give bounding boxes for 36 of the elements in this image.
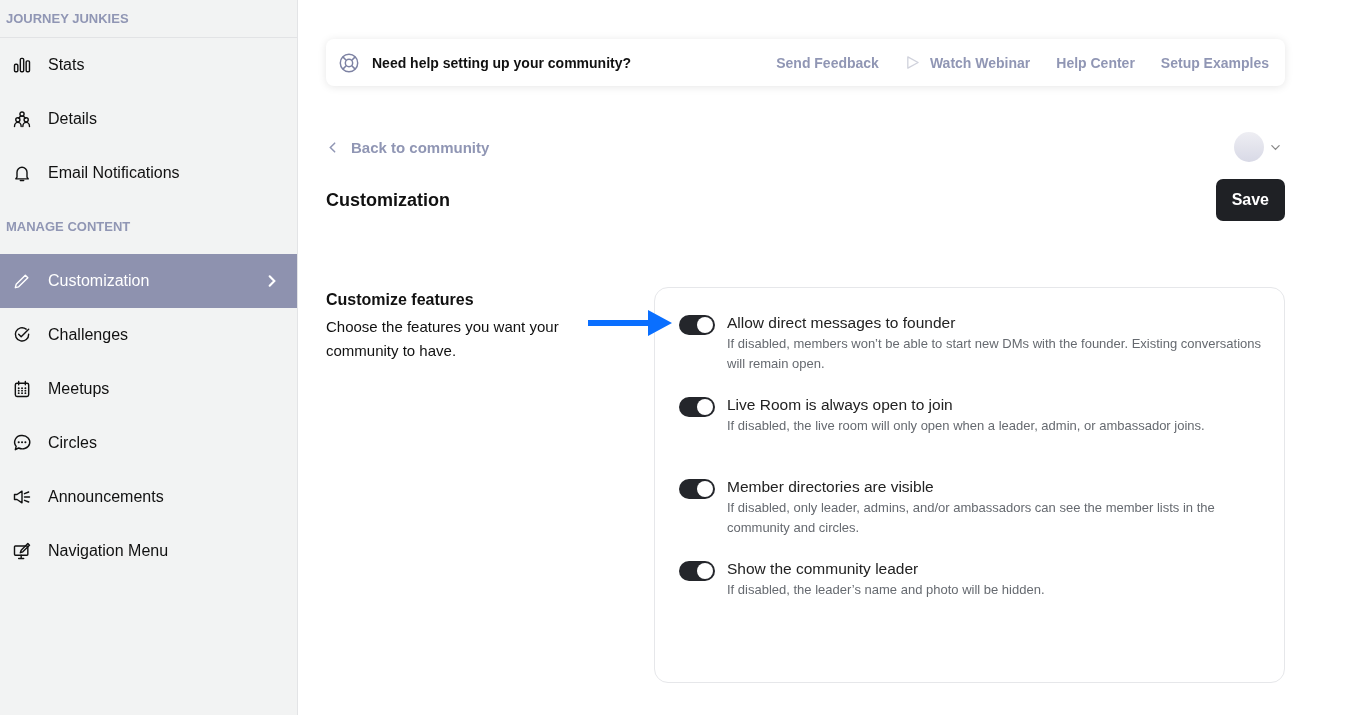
- sidebar-heading: JOURNEY JUNKIES: [0, 0, 297, 38]
- toggle-switch[interactable]: [679, 397, 715, 417]
- toggle-switch[interactable]: [679, 561, 715, 581]
- page-title: Customization: [326, 189, 450, 211]
- toggle-description: If disabled, the live room will only open when a leader, admin, or ambassador joins.: [727, 417, 1205, 435]
- sidebar-item[interactable]: Circles: [0, 416, 297, 470]
- sidebar-item[interactable]: Meetups: [0, 362, 297, 416]
- sidebar-item[interactable]: Challenges: [0, 308, 297, 362]
- lifebuoy-icon: [338, 51, 360, 74]
- help-text: Need help setting up your community?: [372, 54, 632, 71]
- toggle-label: Show the community leader: [727, 560, 920, 578]
- toggle-description: If disabled, only leader, admins, and/or ambassadors can see the member lists in the community and circles.: [727, 499, 1216, 537]
- section-title: Customize features: [326, 291, 475, 309]
- toggle-label: Live Room is always open to join: [727, 396, 954, 414]
- sidebar-item[interactable]: Details: [0, 92, 297, 146]
- people-icon: [12, 109, 32, 129]
- toggle-switch[interactable]: [679, 479, 715, 499]
- sidebar-item[interactable]: Stats: [0, 38, 297, 92]
- save-button[interactable]: Save: [1215, 179, 1285, 221]
- toggle-switch[interactable]: [679, 315, 715, 335]
- calendar-icon: [12, 379, 32, 399]
- section-description: Choose the features you want your community to have.: [326, 317, 560, 361]
- monitor-pen-icon: [12, 541, 32, 561]
- sidebar-item[interactable]: Navigation Menu: [0, 524, 297, 578]
- pencil-icon: [12, 271, 32, 291]
- bar-chart-icon: [12, 55, 32, 75]
- check-circle-icon: [12, 325, 32, 345]
- play-icon: [904, 55, 920, 70]
- toggle-label: Member directories are visible: [727, 478, 935, 496]
- toggle-description: If disabled, the leader’s name and photo will be hidden.: [727, 581, 1045, 599]
- sidebar-item[interactable]: Announcements: [0, 470, 297, 524]
- sidebar-heading: MANAGE CONTENT: [5, 218, 132, 236]
- sidebar-item[interactable]: Email Notifications: [0, 146, 297, 200]
- toggle-description: If disabled, members won’t be able to start new DMs with the founder. Existing conversations will remain open.: [727, 335, 1262, 373]
- chat-bubble-icon: [12, 433, 32, 453]
- toggle-label: Allow direct messages to founder: [727, 314, 957, 332]
